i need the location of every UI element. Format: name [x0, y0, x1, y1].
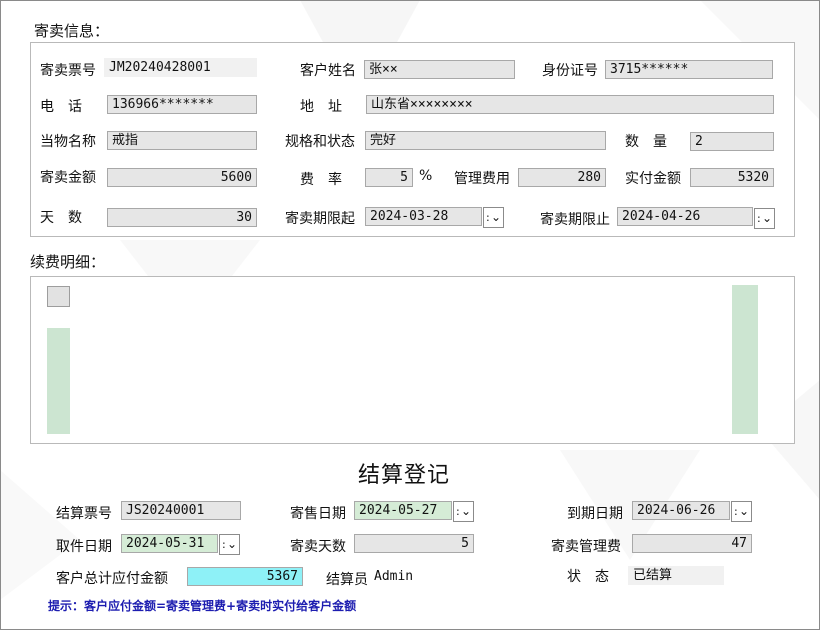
spec-field[interactable]: 完好: [365, 131, 606, 150]
dropdown-separator: :: [456, 505, 460, 518]
grid-row-header: [47, 328, 70, 434]
pickup-date-dropdown[interactable]: : ⌄: [219, 534, 240, 555]
settlement-title: 结算登记: [358, 463, 451, 488]
address-label: 地 址: [300, 99, 342, 115]
days-label: 天 数: [40, 210, 82, 226]
mgmt-fee-label: 寄卖管理费: [551, 539, 621, 555]
customer-field[interactable]: 张××: [364, 60, 515, 79]
mgmt-fee-field[interactable]: 47: [632, 534, 752, 553]
deposit-days-field[interactable]: 5: [354, 534, 474, 553]
rate-label: 费 率: [300, 172, 342, 188]
chevron-down-icon: ⌄: [461, 504, 472, 518]
clerk-label: 结算员: [326, 572, 368, 588]
rate-field[interactable]: 5: [365, 168, 413, 187]
chevron-down-icon: ⌄: [227, 537, 238, 551]
start-label: 寄卖期限起: [285, 211, 355, 227]
chevron-down-icon: ⌄: [762, 211, 773, 225]
settle-ticket-label: 结算票号: [56, 506, 112, 522]
dropdown-separator: :: [734, 505, 738, 518]
start-date-dropdown[interactable]: : ⌄: [483, 207, 504, 228]
mgmt-label: 管理费用: [454, 171, 510, 187]
total-label: 客户总计应付金额: [56, 571, 168, 587]
dropdown-separator: :: [486, 211, 490, 224]
renewal-grid[interactable]: [30, 276, 795, 444]
chevron-down-icon: ⌄: [491, 210, 502, 224]
paid-label: 实付金额: [625, 171, 681, 187]
due-date-field[interactable]: 2024-06-26: [632, 501, 730, 520]
end-label: 寄卖期限止: [540, 212, 610, 228]
due-date-dropdown[interactable]: : ⌄: [731, 501, 752, 522]
settle-ticket-field[interactable]: JS20240001: [121, 501, 241, 520]
item-field[interactable]: 戒指: [107, 131, 257, 150]
sale-date-dropdown[interactable]: : ⌄: [453, 501, 474, 522]
grid-scrollbar[interactable]: [732, 285, 758, 434]
qty-field[interactable]: 2: [690, 132, 774, 151]
ticket-field: JM20240428001: [104, 58, 257, 77]
paid-field[interactable]: 5320: [690, 168, 774, 187]
mgmt-field[interactable]: 280: [518, 168, 606, 187]
amount-field[interactable]: 5600: [107, 168, 257, 187]
deposit-section-title: 寄卖信息：: [34, 22, 110, 40]
chevron-down-icon: ⌄: [739, 504, 750, 518]
clerk-value: Admin: [374, 569, 414, 584]
pickup-date-label: 取件日期: [56, 539, 112, 555]
ticket-label: 寄卖票号: [40, 63, 96, 79]
id-label: 身份证号: [542, 63, 598, 79]
address-field[interactable]: 山东省××××××××: [366, 95, 774, 114]
sale-date-label: 寄售日期: [290, 506, 346, 522]
status-label: 状 态: [567, 569, 609, 585]
rate-unit: %: [419, 168, 433, 184]
customer-label: 客户姓名: [300, 63, 356, 79]
grid-select-all-button[interactable]: [47, 286, 70, 307]
end-date-field[interactable]: 2024-04-26: [617, 207, 753, 226]
phone-field[interactable]: 136966*******: [107, 95, 257, 114]
hint-text: 提示：客户应付金额=寄卖管理费+寄卖时实付给客户金额: [48, 599, 357, 613]
dropdown-separator: :: [757, 212, 761, 225]
days-field[interactable]: 30: [107, 208, 257, 227]
phone-label: 电 话: [40, 99, 82, 115]
spec-label: 规格和状态: [285, 134, 355, 150]
qty-label: 数 量: [625, 134, 667, 150]
due-date-label: 到期日期: [567, 506, 623, 522]
end-date-dropdown[interactable]: : ⌄: [754, 208, 775, 229]
dropdown-separator: :: [222, 538, 226, 551]
item-label: 当物名称: [40, 134, 96, 150]
amount-label: 寄卖金额: [40, 170, 96, 186]
total-field[interactable]: 5367: [187, 567, 303, 586]
pickup-date-field[interactable]: 2024-05-31: [121, 534, 218, 553]
sale-date-field[interactable]: 2024-05-27: [354, 501, 452, 520]
deposit-days-label: 寄卖天数: [290, 539, 346, 555]
renewal-section-title: 续费明细：: [30, 253, 106, 271]
status-field: 已结算: [628, 566, 724, 585]
id-field[interactable]: 3715******: [605, 60, 773, 79]
start-date-field[interactable]: 2024-03-28: [365, 207, 482, 226]
